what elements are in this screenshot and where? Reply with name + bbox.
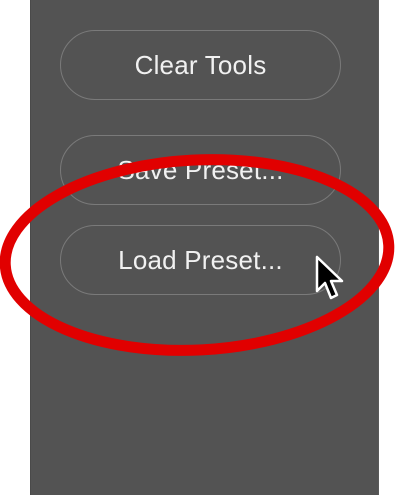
save-preset-button[interactable]: Save Preset...	[60, 135, 341, 205]
save-preset-label: Save Preset...	[117, 154, 284, 185]
load-preset-button[interactable]: Load Preset...	[60, 225, 341, 295]
clear-tools-button[interactable]: Clear Tools	[60, 30, 341, 100]
load-preset-label: Load Preset...	[118, 244, 283, 275]
clear-tools-label: Clear Tools	[134, 49, 267, 80]
screenshot-stage: Clear Tools Save Preset... Load Preset..…	[0, 0, 401, 495]
